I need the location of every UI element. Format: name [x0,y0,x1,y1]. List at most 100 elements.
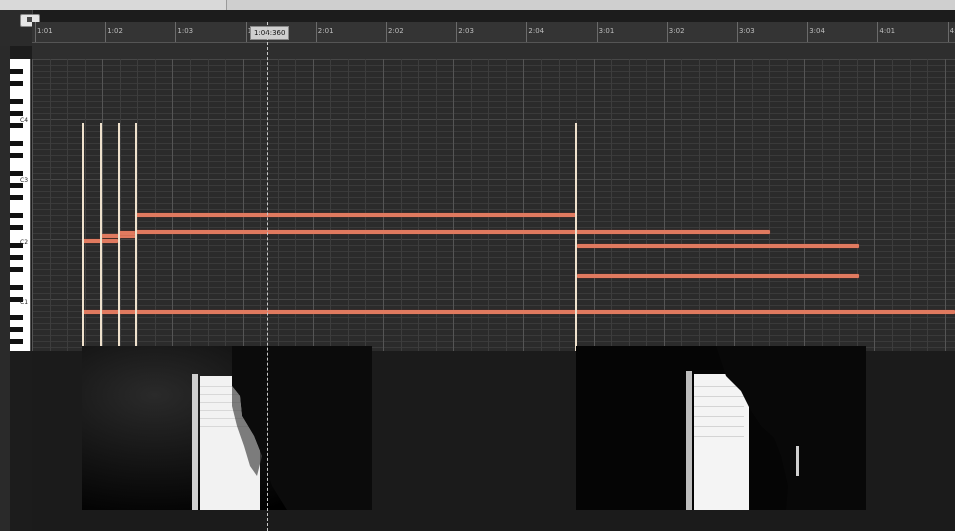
midi-note[interactable] [577,244,859,248]
grid-bar-line [593,59,595,351]
ruler-tick [877,22,879,42]
black-key[interactable] [10,327,23,332]
note-grid[interactable] [32,59,955,351]
grid-beat-line [137,59,139,351]
grid-bar-line [944,59,946,351]
playhead-time-readout[interactable]: 1:04:360 [250,26,290,40]
ruler-tick-label: 2:01 [317,27,334,35]
grid-row-line [32,179,955,180]
grid-beat-line [418,59,420,351]
grid-row-line [32,341,955,342]
grid-row-line [32,89,955,90]
grid-row-line [32,335,955,336]
playhead-line[interactable] [267,22,268,531]
ruler-tick-label: 4: [949,27,955,35]
ruler-tick-label: 2:04 [528,27,545,35]
grid-beat-line [189,59,191,351]
grid-beat-line [400,59,402,351]
black-key[interactable] [10,81,23,86]
grid-beat-line [207,59,209,351]
ruler-tick [315,22,317,42]
grid-beat-line [769,59,771,351]
black-key[interactable] [10,213,23,218]
cue-marker[interactable] [575,123,577,351]
black-key[interactable] [10,153,23,158]
grid-beat-line [435,59,437,351]
ruler-tick-label: 3:03 [739,27,755,35]
grid-row-line [32,281,955,282]
black-key[interactable] [10,141,23,146]
ruler-tick-label: 4:01 [879,27,896,35]
ruler-tick-label: 1:03 [177,27,194,35]
ruler-tick [386,22,387,42]
ruler-tick-label: 1:02 [107,27,123,35]
grid-beat-line [786,59,788,351]
grid-row-line [32,83,955,84]
grid-beat-line [909,59,911,351]
tab[interactable] [158,0,227,10]
grid-row-line [32,149,955,150]
grid-beat-line [751,59,753,351]
grid-bar-line [312,59,314,351]
ruler-tick [456,22,458,42]
grid-beat-line [260,59,262,351]
octave-label: C2 [20,239,29,246]
timeline-ruler[interactable]: 1:011:021:0312:012:022:032:043:013:023:0… [32,22,955,43]
grid-beat-line [856,59,858,351]
grid-beat-line [277,59,279,351]
timeline-subruler [32,43,955,59]
midi-note[interactable] [82,310,955,314]
ruler-tick [526,22,528,42]
grid-row-line [32,203,955,204]
black-key[interactable] [10,195,23,200]
grid-beat-line [540,59,542,351]
grid-row-line [32,65,955,66]
black-key[interactable] [10,267,23,272]
tab[interactable] [0,0,56,10]
cue-marker[interactable] [82,123,84,351]
black-key[interactable] [10,225,23,230]
grid-row-line [32,119,955,120]
grid-beat-line [49,59,51,351]
black-key[interactable] [10,315,23,320]
grid-row-line [32,155,955,156]
black-key[interactable] [10,171,23,176]
video-thumbnail[interactable] [576,346,866,510]
tab[interactable] [93,0,159,10]
grid-row-line [32,113,955,114]
grid-beat-line [927,59,929,351]
octave-label: C3 [20,177,29,184]
ruler-tick-label: 3:01 [598,27,615,35]
grid-beat-line [330,59,332,351]
midi-note[interactable] [577,274,859,278]
grid-row-line [32,161,955,162]
grid-row-line [32,107,955,108]
grid-beat-line [646,59,648,351]
midi-note[interactable] [135,230,770,234]
ruler-tick [596,22,598,42]
cue-marker[interactable] [135,123,137,351]
black-key[interactable] [10,255,23,260]
black-key[interactable] [10,339,23,344]
grid-row-line [32,323,955,324]
black-key[interactable] [10,111,23,116]
cue-marker[interactable] [100,123,102,351]
grid-row-line [32,299,955,300]
midi-note[interactable] [118,231,136,235]
octave-label: C1 [20,299,29,306]
black-key[interactable] [10,99,23,104]
grid-beat-line [225,59,227,351]
grid-bar-line [383,59,384,351]
midi-note[interactable] [135,213,576,217]
grid-row-line [32,293,955,294]
grid-bar-line [663,59,665,351]
grid-row-line [32,95,955,96]
tab[interactable] [55,0,94,10]
black-key[interactable] [10,69,23,74]
black-key[interactable] [10,285,23,290]
video-thumbnail[interactable] [82,346,372,510]
cue-marker[interactable] [118,123,120,351]
grid-row-line [32,137,955,138]
piano-keyboard[interactable]: C4 C3 C2 C1 [10,59,31,351]
grid-beat-line [470,59,472,351]
